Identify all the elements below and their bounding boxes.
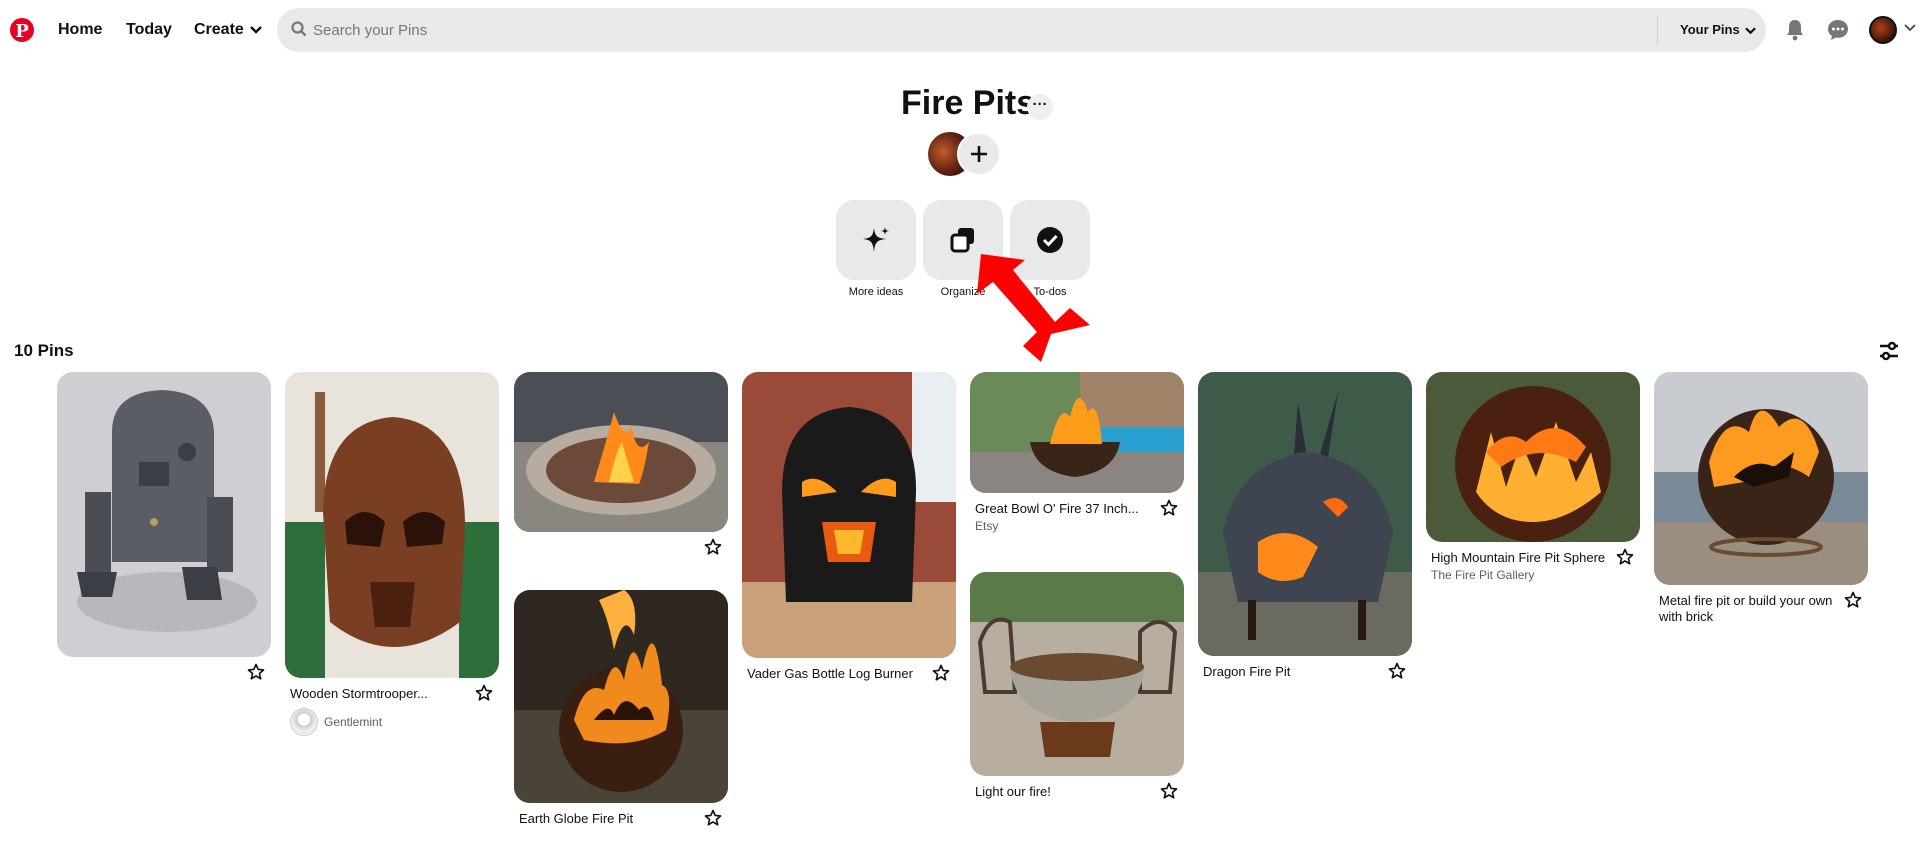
chevron-down-icon[interactable]: [1904, 24, 1916, 32]
pin-card[interactable]: [57, 372, 271, 681]
top-nav-bar: P Home Today Create Your Pins: [0, 0, 1920, 60]
pin-title: Wooden Stormtrooper...: [290, 686, 428, 701]
pin-card[interactable]: Vader Gas Bottle Log Burner: [742, 372, 956, 682]
pin-title: Dragon Fire Pit: [1203, 664, 1291, 679]
pin-meta: Vader Gas Bottle Log Burner: [742, 658, 956, 682]
pin-meta: Dragon Fire Pit: [1198, 656, 1412, 680]
plus-icon: [971, 146, 987, 162]
pin-card[interactable]: Wooden Stormtrooper... Gentlemint: [285, 372, 499, 736]
nav-create-menu[interactable]: Create: [194, 21, 262, 39]
your-pins-label: Your Pins: [1680, 22, 1740, 37]
pin-image[interactable]: [57, 372, 271, 657]
pin-meta: [514, 532, 728, 556]
pin-count: 10 Pins: [14, 341, 74, 360]
star-icon[interactable]: [475, 684, 493, 702]
more-ideas-label: More ideas: [848, 286, 904, 298]
chevron-down-icon: [1744, 27, 1756, 34]
star-icon[interactable]: [1160, 499, 1178, 517]
nav-home-link[interactable]: Home: [58, 21, 102, 39]
pin-image[interactable]: [970, 372, 1184, 493]
search-input[interactable]: [313, 8, 1613, 52]
filter-icon[interactable]: [1878, 340, 1900, 362]
pin-meta: Earth Globe Fire Pit: [514, 803, 728, 827]
pin-card[interactable]: Light our fire!: [970, 572, 1184, 800]
board-title: Fire Pits: [901, 84, 1036, 122]
pin-card[interactable]: [514, 372, 728, 556]
pin-meta: Metal fire pit or build your own with br…: [1654, 585, 1868, 625]
pin-title: Vader Gas Bottle Log Burner: [747, 666, 913, 681]
more-ideas-button[interactable]: [836, 200, 916, 280]
your-pins-filter[interactable]: Your Pins: [1680, 22, 1756, 37]
pin-image[interactable]: [742, 372, 956, 658]
star-icon[interactable]: [1844, 591, 1862, 609]
pin-meta: Wooden Stormtrooper... Gentlemint: [285, 678, 499, 736]
pin-card[interactable]: Great Bowl O' Fire 37 Inch... Etsy: [970, 372, 1184, 533]
messages-icon[interactable]: [1826, 18, 1850, 42]
star-icon[interactable]: [1616, 548, 1634, 566]
pin-card[interactable]: Metal fire pit or build your own with br…: [1654, 372, 1868, 625]
pin-title: Great Bowl O' Fire 37 Inch...: [975, 501, 1139, 516]
star-icon[interactable]: [1388, 662, 1406, 680]
pin-image[interactable]: [1654, 372, 1868, 585]
pin-image[interactable]: [970, 572, 1184, 776]
pin-meta: [57, 657, 271, 681]
pin-image[interactable]: [1426, 372, 1640, 542]
pin-source-row[interactable]: Gentlemint: [290, 708, 493, 736]
nav-create-label: Create: [194, 21, 244, 38]
annotation-arrow-icon: [977, 254, 1090, 362]
pin-image[interactable]: [514, 372, 728, 532]
svg-text:P: P: [15, 21, 29, 42]
pin-card[interactable]: Dragon Fire Pit: [1198, 372, 1412, 680]
pin-title: Light our fire!: [975, 784, 1051, 799]
pin-meta: Great Bowl O' Fire 37 Inch... Etsy: [970, 493, 1184, 533]
pin-image[interactable]: [285, 372, 499, 678]
pin-source[interactable]: Etsy: [975, 519, 1178, 533]
pin-image[interactable]: [1198, 372, 1412, 656]
star-icon[interactable]: [932, 664, 950, 682]
pin-source: Gentlemint: [324, 715, 383, 729]
source-avatar: [290, 708, 318, 736]
bell-icon[interactable]: [1783, 18, 1807, 42]
pin-image[interactable]: [514, 590, 728, 803]
pin-meta: High Mountain Fire Pit Sphere The Fire P…: [1426, 542, 1640, 582]
star-icon[interactable]: [1160, 782, 1178, 800]
checkmark-circle-icon: [1037, 227, 1063, 253]
sparkle-icon: [863, 227, 889, 252]
organize-icon: [950, 228, 974, 253]
user-avatar[interactable]: [1869, 16, 1897, 44]
add-collaborator-button[interactable]: [957, 132, 1001, 176]
pin-title: Metal fire pit or build your own with br…: [1659, 593, 1833, 624]
pin-meta: Light our fire!: [970, 776, 1184, 800]
pinterest-logo-icon[interactable]: P: [10, 18, 34, 42]
pin-source[interactable]: The Fire Pit Gallery: [1431, 568, 1634, 582]
pin-card[interactable]: Earth Globe Fire Pit: [514, 590, 728, 827]
search-bar: Your Pins: [277, 8, 1766, 52]
more-ideas-action[interactable]: More ideas: [836, 200, 916, 298]
pin-card[interactable]: High Mountain Fire Pit Sphere The Fire P…: [1426, 372, 1640, 582]
search-divider: [1657, 16, 1658, 44]
chevron-down-icon: [249, 25, 262, 34]
pin-title: High Mountain Fire Pit Sphere: [1431, 550, 1606, 565]
star-icon[interactable]: [704, 809, 722, 827]
board-more-options-button[interactable]: ···: [1027, 94, 1053, 120]
nav-today-link[interactable]: Today: [126, 21, 172, 39]
star-icon[interactable]: [704, 538, 722, 556]
search-icon: [291, 21, 307, 37]
pin-title: Earth Globe Fire Pit: [519, 811, 634, 826]
star-icon[interactable]: [247, 663, 265, 681]
